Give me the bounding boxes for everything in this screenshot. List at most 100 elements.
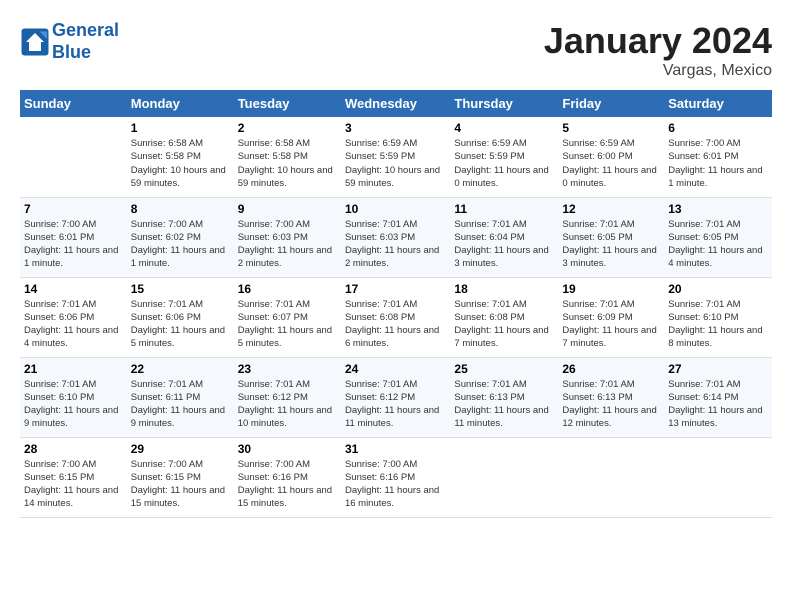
calendar-cell-2-0: 14Sunrise: 7:01 AM Sunset: 6:06 PM Dayli…	[20, 277, 127, 357]
day-number: 10	[345, 202, 446, 216]
day-number: 2	[238, 121, 337, 135]
calendar-cell-2-6: 20 Sunrise: 7:01 AM Sunset: 6:10 PM Dayli…	[664, 277, 772, 357]
calendar-cell-1-0: 7 Sunrise: 7:00 AM Sunset: 6:01 PM Daylig…	[20, 197, 127, 277]
day-number: 8	[131, 202, 230, 216]
day-number: 12	[562, 202, 660, 216]
calendar-cell-0-3: 3 Sunrise: 6:59 AM Sunset: 5:59 PM Daylig…	[341, 117, 450, 197]
day-number: 1	[131, 121, 230, 135]
day-number: 13	[668, 202, 768, 216]
calendar-cell-4-5	[558, 437, 664, 517]
calendar-row-2: 14Sunrise: 7:01 AM Sunset: 6:06 PM Dayli…	[20, 277, 772, 357]
day-number: 18	[454, 282, 554, 296]
day-info: Sunrise: 7:01 AM Sunset: 6:10 PM Dayligh…	[668, 298, 768, 351]
day-info: Sunrise: 7:00 AM Sunset: 6:02 PM Dayligh…	[131, 218, 230, 271]
calendar-cell-0-1: 1 Sunrise: 6:58 AM Sunset: 5:58 PM Daylig…	[127, 117, 234, 197]
calendar-cell-2-5: 19 Sunrise: 7:01 AM Sunset: 6:09 PM Dayli…	[558, 277, 664, 357]
calendar-cell-0-4: 4Sunrise: 6:59 AM Sunset: 5:59 PM Daylig…	[450, 117, 558, 197]
month-title: January 2024	[544, 20, 772, 62]
day-info: Sunrise: 7:00 AM Sunset: 6:01 PM Dayligh…	[24, 218, 123, 271]
day-info: Sunrise: 6:59 AM Sunset: 5:59 PM Dayligh…	[345, 137, 446, 190]
logo-icon	[20, 27, 50, 57]
calendar-cell-1-6: 13 Sunrise: 7:01 AM Sunset: 6:05 PM Dayli…	[664, 197, 772, 277]
day-number: 27	[668, 362, 768, 376]
calendar-cell-2-1: 15 Sunrise: 7:01 AM Sunset: 6:06 PM Dayli…	[127, 277, 234, 357]
weekday-header-saturday: Saturday	[664, 90, 772, 117]
day-info: Sunrise: 7:01 AM Sunset: 6:12 PM Dayligh…	[345, 378, 446, 431]
calendar-row-1: 7 Sunrise: 7:00 AM Sunset: 6:01 PM Daylig…	[20, 197, 772, 277]
weekday-header-thursday: Thursday	[450, 90, 558, 117]
day-number: 23	[238, 362, 337, 376]
day-info: Sunrise: 7:01 AM Sunset: 6:06 PM Dayligh…	[131, 298, 230, 351]
day-info: Sunrise: 7:01 AM Sunset: 6:06 PM Dayligh…	[24, 298, 123, 351]
day-number: 22	[131, 362, 230, 376]
calendar-cell-4-0: 28 Sunrise: 7:00 AM Sunset: 6:15 PM Dayli…	[20, 437, 127, 517]
weekday-header-sunday: Sunday	[20, 90, 127, 117]
day-number: 3	[345, 121, 446, 135]
day-number: 16	[238, 282, 337, 296]
calendar-cell-0-0	[20, 117, 127, 197]
calendar-cell-3-3: 24Sunrise: 7:01 AM Sunset: 6:12 PM Dayli…	[341, 357, 450, 437]
day-info: Sunrise: 7:00 AM Sunset: 6:16 PM Dayligh…	[238, 458, 337, 511]
day-info: Sunrise: 7:00 AM Sunset: 6:15 PM Dayligh…	[24, 458, 123, 511]
calendar-cell-4-3: 31 Sunrise: 7:00 AM Sunset: 6:16 PM Dayli…	[341, 437, 450, 517]
day-info: Sunrise: 6:58 AM Sunset: 5:58 PM Dayligh…	[238, 137, 337, 190]
calendar-cell-4-4	[450, 437, 558, 517]
day-info: Sunrise: 6:58 AM Sunset: 5:58 PM Dayligh…	[131, 137, 230, 190]
day-number: 5	[562, 121, 660, 135]
day-info: Sunrise: 7:01 AM Sunset: 6:08 PM Dayligh…	[454, 298, 554, 351]
page: General Blue January 2024 Vargas, Mexico…	[0, 0, 792, 528]
day-info: Sunrise: 7:01 AM Sunset: 6:13 PM Dayligh…	[454, 378, 554, 431]
calendar-cell-2-4: 18 Sunrise: 7:01 AM Sunset: 6:08 PM Dayli…	[450, 277, 558, 357]
calendar-cell-4-1: 29 Sunrise: 7:00 AM Sunset: 6:15 PM Dayli…	[127, 437, 234, 517]
day-info: Sunrise: 7:01 AM Sunset: 6:05 PM Dayligh…	[562, 218, 660, 271]
weekday-header-tuesday: Tuesday	[234, 90, 341, 117]
day-info: Sunrise: 7:01 AM Sunset: 6:03 PM Dayligh…	[345, 218, 446, 271]
calendar-cell-3-5: 26Sunrise: 7:01 AM Sunset: 6:13 PM Dayli…	[558, 357, 664, 437]
day-number: 15	[131, 282, 230, 296]
calendar-cell-1-1: 8 Sunrise: 7:00 AM Sunset: 6:02 PM Daylig…	[127, 197, 234, 277]
day-info: Sunrise: 7:01 AM Sunset: 6:07 PM Dayligh…	[238, 298, 337, 351]
day-number: 7	[24, 202, 123, 216]
day-number: 30	[238, 442, 337, 456]
logo-line2: Blue	[52, 42, 119, 64]
day-info: Sunrise: 7:01 AM Sunset: 6:11 PM Dayligh…	[131, 378, 230, 431]
day-number: 19	[562, 282, 660, 296]
calendar-cell-1-3: 10 Sunrise: 7:01 AM Sunset: 6:03 PM Dayli…	[341, 197, 450, 277]
logo-text: General Blue	[52, 20, 119, 63]
calendar-cell-0-5: 5 Sunrise: 6:59 AM Sunset: 6:00 PM Daylig…	[558, 117, 664, 197]
calendar-cell-4-2: 30 Sunrise: 7:00 AM Sunset: 6:16 PM Dayli…	[234, 437, 341, 517]
calendar-table: SundayMondayTuesdayWednesdayThursdayFrid…	[20, 90, 772, 518]
day-info: Sunrise: 7:01 AM Sunset: 6:04 PM Dayligh…	[454, 218, 554, 271]
day-number: 17	[345, 282, 446, 296]
day-info: Sunrise: 7:00 AM Sunset: 6:03 PM Dayligh…	[238, 218, 337, 271]
header: General Blue January 2024 Vargas, Mexico	[20, 20, 772, 80]
day-info: Sunrise: 7:01 AM Sunset: 6:10 PM Dayligh…	[24, 378, 123, 431]
calendar-cell-3-2: 23Sunrise: 7:01 AM Sunset: 6:12 PM Dayli…	[234, 357, 341, 437]
day-info: Sunrise: 7:00 AM Sunset: 6:16 PM Dayligh…	[345, 458, 446, 511]
day-number: 28	[24, 442, 123, 456]
day-number: 6	[668, 121, 768, 135]
day-info: Sunrise: 7:01 AM Sunset: 6:14 PM Dayligh…	[668, 378, 768, 431]
calendar-row-0: 1 Sunrise: 6:58 AM Sunset: 5:58 PM Daylig…	[20, 117, 772, 197]
calendar-cell-1-5: 12 Sunrise: 7:01 AM Sunset: 6:05 PM Dayli…	[558, 197, 664, 277]
day-info: Sunrise: 7:01 AM Sunset: 6:05 PM Dayligh…	[668, 218, 768, 271]
title-block: January 2024 Vargas, Mexico	[544, 20, 772, 80]
weekday-header-friday: Friday	[558, 90, 664, 117]
day-info: Sunrise: 7:00 AM Sunset: 6:15 PM Dayligh…	[131, 458, 230, 511]
calendar-cell-0-2: 2 Sunrise: 6:58 AM Sunset: 5:58 PM Daylig…	[234, 117, 341, 197]
day-number: 29	[131, 442, 230, 456]
calendar-cell-2-2: 16 Sunrise: 7:01 AM Sunset: 6:07 PM Dayli…	[234, 277, 341, 357]
calendar-cell-1-4: 11 Sunrise: 7:01 AM Sunset: 6:04 PM Dayli…	[450, 197, 558, 277]
day-number: 20	[668, 282, 768, 296]
day-info: Sunrise: 7:01 AM Sunset: 6:09 PM Dayligh…	[562, 298, 660, 351]
location: Vargas, Mexico	[544, 62, 772, 80]
calendar-cell-0-6: 6Sunrise: 7:00 AM Sunset: 6:01 PM Daylig…	[664, 117, 772, 197]
calendar-cell-3-0: 21Sunrise: 7:01 AM Sunset: 6:10 PM Dayli…	[20, 357, 127, 437]
day-info: Sunrise: 6:59 AM Sunset: 6:00 PM Dayligh…	[562, 137, 660, 190]
day-number: 11	[454, 202, 554, 216]
calendar-cell-4-6	[664, 437, 772, 517]
calendar-cell-3-1: 22 Sunrise: 7:01 AM Sunset: 6:11 PM Dayli…	[127, 357, 234, 437]
weekday-header-monday: Monday	[127, 90, 234, 117]
day-number: 31	[345, 442, 446, 456]
weekday-header-wednesday: Wednesday	[341, 90, 450, 117]
